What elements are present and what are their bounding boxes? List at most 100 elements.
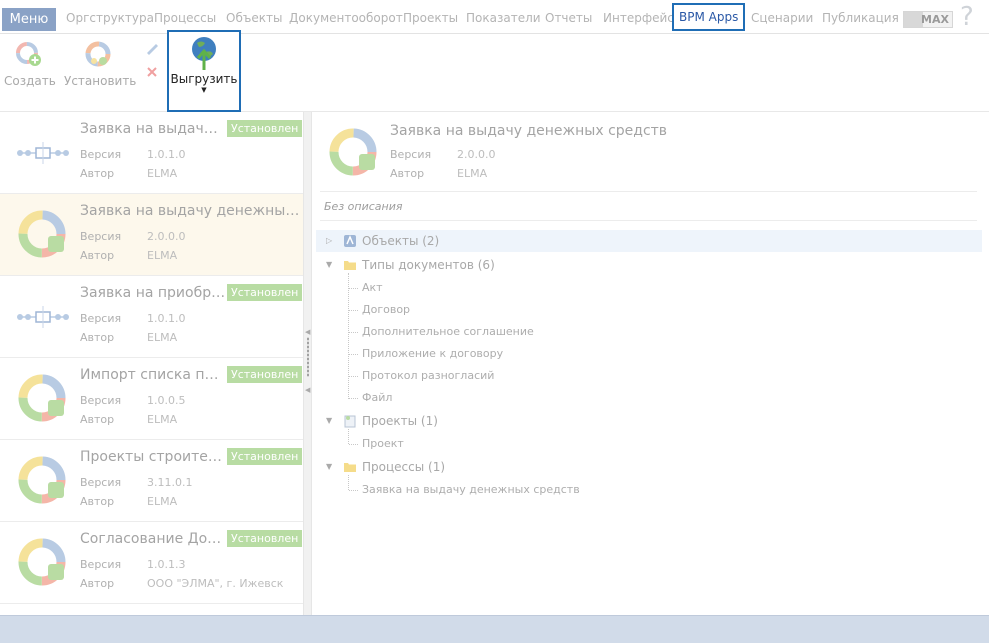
menu-item-orgstructure[interactable]: Оргструктура (66, 9, 154, 27)
tree-connector (349, 288, 358, 289)
top-menu-bar: Меню Оргструктура Процессы Объекты Докум… (0, 0, 989, 34)
menu-item-interface[interactable]: Интерфейс (603, 9, 674, 27)
menu-item-publication[interactable]: Публикация (822, 9, 899, 27)
folder-icon (344, 463, 356, 472)
detail-title: Заявка на выдачу денежных средств (390, 123, 668, 139)
bpm-app-ring-icon (18, 374, 66, 422)
tree-node-document-types[interactable]: ▼ Типы документов (6) (316, 254, 982, 276)
menu-item-projects[interactable]: Проекты (403, 9, 458, 27)
delete-cross-icon[interactable] (144, 64, 160, 80)
app-version-row: Версия 2.0.0.0 (80, 230, 185, 243)
tree-node-processes[interactable]: ▼ Процессы (1) (316, 456, 982, 478)
create-app-icon (16, 42, 41, 66)
tree-connector (349, 354, 358, 355)
main-menu-button[interactable]: Меню (2, 8, 56, 31)
app-version-value: 2.0.0.0 (147, 230, 186, 243)
app-list-item[interactable]: Импорт списка пользователей Версия 1.0.0.… (0, 358, 303, 440)
app-version-value: 1.0.1.0 (147, 148, 186, 161)
detail-author-value: ELMA (457, 167, 488, 180)
app-author-value: ELMA (147, 495, 178, 508)
app-list-item[interactable]: Заявка на приобретение Версия 1.0.1.0 Авт… (0, 276, 303, 358)
menu-item-processes[interactable]: Процессы (154, 9, 216, 27)
create-button[interactable]: Создать (4, 40, 56, 88)
app-version-value: 3.11.0.1 (147, 476, 193, 489)
bpm-app-ring-icon (18, 538, 66, 586)
bpm-app-ring-icon (18, 456, 66, 504)
app-author-row: Автор ELMA (80, 167, 177, 180)
tree-leaf-doc-type[interactable]: Файл (362, 390, 392, 406)
menu-item-scenarios[interactable]: Сценарии (751, 9, 813, 27)
app-author-label: Автор (80, 167, 115, 180)
tree-node-objects[interactable]: ▷ Объекты (2) (316, 230, 982, 252)
app-version-row: Версия 1.0.1.3 (80, 558, 185, 571)
pane-splitter[interactable]: ◀ ◀ (303, 112, 312, 615)
app-list-item[interactable]: Проекты строительства Версия 3.11.0.1 Авт… (0, 440, 303, 522)
app-list-item[interactable]: Согласование Договоров Версия 1.0.1.3 Авт… (0, 522, 303, 604)
bpm-app-ring-icon (18, 210, 66, 258)
status-bar (0, 615, 989, 643)
tree-leaf-process[interactable]: Заявка на выдачу денежных средств (362, 482, 580, 498)
projects-icon (344, 415, 356, 428)
collapse-arrow-icon[interactable]: ▼ (326, 410, 332, 432)
tree-leaf-doc-type[interactable]: Дополнительное соглашение (362, 324, 534, 340)
app-author-row: Автор ELMA (80, 495, 177, 508)
upload-label: Выгрузить (170, 72, 238, 86)
app-version-row: Версия 1.0.1.0 (80, 148, 185, 161)
tree-leaf-doc-type[interactable]: Договор (362, 302, 410, 318)
app-author-label: Автор (80, 495, 115, 508)
process-diagram-icon (17, 142, 69, 164)
folder-icon (344, 261, 356, 270)
app-version-label: Версия (80, 148, 122, 161)
app-title: Заявка на выдачу денежных средств (80, 121, 226, 137)
toolbar: Создать Установить Выгрузить ▼ (0, 30, 989, 112)
app-author-row: Автор ELMA (80, 249, 177, 262)
tree-connector (349, 490, 358, 491)
edit-pencil-icon[interactable] (144, 40, 160, 56)
detail-version-value: 2.0.0.0 (457, 148, 496, 161)
collapse-arrow-icon[interactable]: ▼ (326, 254, 332, 276)
status-badge: Установлен (227, 284, 303, 301)
menu-item-reports[interactable]: Отчеты (545, 9, 592, 27)
app-author-row: Автор ELMA (80, 331, 177, 344)
tree-leaf-doc-type[interactable]: Акт (362, 280, 383, 296)
tree-leaf-project[interactable]: Проект (362, 436, 404, 452)
install-button[interactable]: Установить (64, 40, 137, 88)
menu-item-bpm-apps[interactable]: BPM Apps (672, 3, 746, 31)
app-title: Заявка на выдачу денежных средств (80, 203, 300, 219)
collapse-left-arrow-icon[interactable]: ◀ (305, 328, 310, 336)
tree-node-projects[interactable]: ▼ Проекты (1) (316, 410, 982, 432)
app-list-item-selected[interactable]: Заявка на выдачу денежных средств Версия… (0, 194, 303, 276)
app-version-row: Версия 1.0.0.5 (80, 394, 185, 407)
tree-node-label: Типы документов (6) (362, 258, 495, 272)
upload-button[interactable]: Выгрузить ▼ (167, 30, 241, 112)
install-label: Установить (64, 74, 137, 88)
app-version-label: Версия (80, 394, 122, 407)
app-list-item[interactable]: Заявка на выдачу денежных средств Версия… (0, 112, 303, 194)
tree-node-label: Проекты (1) (362, 414, 438, 428)
app-author-value: ELMA (147, 167, 178, 180)
collapse-left-arrow-icon-2[interactable]: ◀ (305, 386, 310, 394)
tree-leaf-doc-type[interactable]: Приложение к договору (362, 346, 503, 362)
app-author-row: Автор ООО "ЭЛМА", г. Ижевск (80, 577, 283, 590)
upload-globe-icon (192, 37, 216, 70)
menu-item-indicators[interactable]: Показатели (466, 9, 541, 27)
expand-arrow-icon[interactable]: ▷ (326, 230, 332, 252)
upload-dropdown-caret-icon[interactable]: ▼ (169, 86, 239, 94)
app-version-row: Версия 1.0.1.0 (80, 312, 185, 325)
app-author-label: Автор (80, 577, 115, 590)
app-title: Согласование Договоров (80, 531, 226, 547)
status-badge: Установлен (227, 530, 303, 547)
collapse-arrow-icon[interactable]: ▼ (326, 456, 332, 478)
app-version-label: Версия (80, 312, 122, 325)
tree-leaf-doc-type[interactable]: Протокол разногласий (362, 368, 494, 384)
app-version-label: Версия (80, 230, 122, 243)
menu-item-objects[interactable]: Объекты (226, 9, 282, 27)
menu-item-document-management[interactable]: Документооборот (289, 9, 403, 27)
max-mode-toggle[interactable]: MAX (903, 11, 953, 28)
app-version-value: 1.0.0.5 (147, 394, 186, 407)
tree-connector (349, 398, 358, 399)
help-icon[interactable]: ? (960, 2, 974, 32)
tree-node-label: Объекты (2) (362, 234, 440, 248)
divider (320, 191, 977, 192)
process-diagram-icon (17, 306, 69, 328)
